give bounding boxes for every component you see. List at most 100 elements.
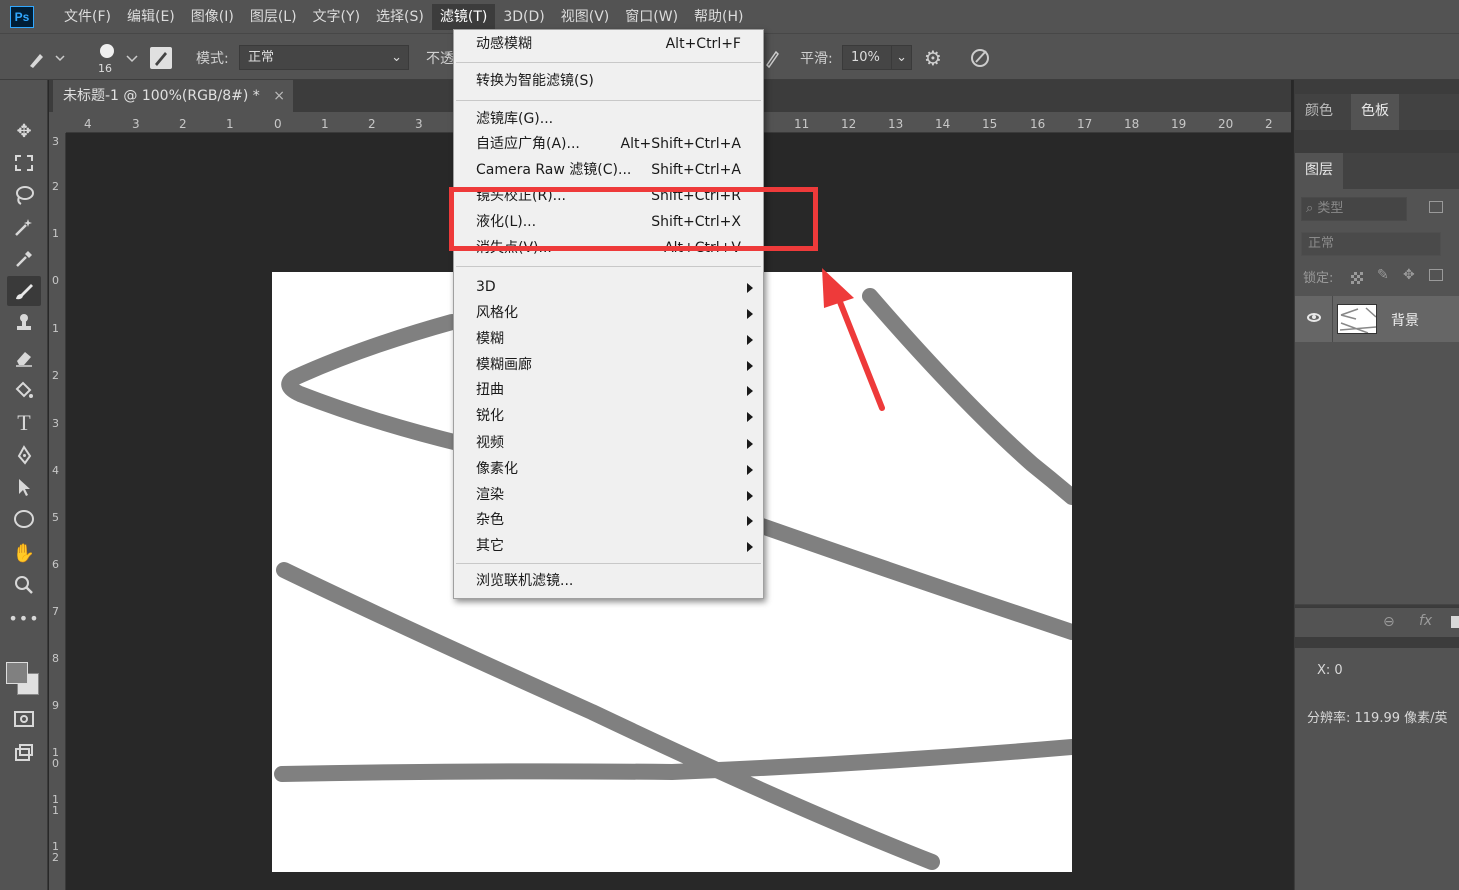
layers-panel-footer: ⊖ fx	[1295, 607, 1459, 637]
menu-filter[interactable]: 滤镜(T)	[431, 3, 496, 30]
menu-item-blur-gallery[interactable]: 模糊画廊	[454, 353, 763, 378]
menu-3d[interactable]: 3D(D)	[495, 4, 552, 30]
layers-panel: ⌕ 类型 正常 锁定: ✎ ✥ 背景 ⛓ fx	[1295, 189, 1459, 629]
paint-bucket-tool-icon[interactable]	[7, 375, 41, 405]
submenu-arrow-icon	[747, 386, 753, 396]
brush-settings-icon[interactable]	[150, 34, 172, 81]
brush-tool-icon[interactable]	[7, 276, 41, 306]
close-icon[interactable]: ×	[273, 80, 285, 112]
menu-item-video[interactable]: 视频	[454, 431, 763, 456]
chevron-down-icon: ⌄	[391, 50, 402, 65]
pressure-pen-icon[interactable]	[764, 34, 780, 81]
tab-color[interactable]: 颜色	[1295, 94, 1343, 130]
layer-row[interactable]: 背景	[1295, 296, 1459, 342]
color-swatches-icon[interactable]	[6, 660, 42, 696]
lock-transparency-icon[interactable]	[1351, 272, 1363, 284]
more-tools-icon[interactable]: •••	[7, 603, 41, 633]
tools-panel: ✥ T ✋ •••	[0, 80, 48, 890]
ruler-label: 2	[1265, 117, 1273, 131]
smooth-input[interactable]: 10% ⌄	[842, 45, 912, 70]
menu-item-stylize[interactable]: 风格化	[454, 301, 763, 326]
menu-window[interactable]: 窗口(W)	[617, 4, 686, 30]
layer-filter-select[interactable]: ⌕ 类型	[1301, 197, 1407, 221]
stamp-tool-icon[interactable]	[7, 308, 41, 338]
zoom-tool-icon[interactable]	[7, 570, 41, 600]
menu-help[interactable]: 帮助(H)	[686, 4, 751, 30]
ruler-label: 13	[888, 117, 904, 131]
menu-file[interactable]: 文件(F)	[56, 4, 119, 30]
brush-size-label: 16	[98, 61, 112, 75]
text-tool-icon[interactable]: T	[7, 408, 41, 438]
menu-item-3d[interactable]: 3D	[454, 275, 763, 300]
menu-item-adaptive-wide-angle[interactable]: 自适应广角(A)... Alt+Shift+Ctrl+A	[454, 132, 763, 157]
mode-label: 模式:	[196, 50, 229, 67]
menu-edit[interactable]: 编辑(E)	[119, 4, 183, 30]
mode-select[interactable]: 正常 ⌄	[239, 45, 409, 70]
quick-mask-icon[interactable]	[7, 704, 41, 734]
menu-item-camera-raw[interactable]: Camera Raw 滤镜(C)... Shift+Ctrl+A	[454, 158, 763, 183]
eyedropper-tool-icon[interactable]	[7, 244, 41, 274]
menu-item-motion-blur[interactable]: 动感模糊 Alt+Ctrl+F	[454, 32, 763, 57]
menu-item-label: 视频	[476, 435, 504, 451]
info-resolution: 分辨率: 119.99 像素/英	[1307, 711, 1448, 726]
menu-item-label: 浏览联机滤镜...	[476, 573, 574, 589]
menu-item-browse-filters-online[interactable]: 浏览联机滤镜...	[454, 569, 763, 594]
magic-wand-tool-icon[interactable]	[7, 212, 41, 242]
menu-item-noise[interactable]: 杂色	[454, 508, 763, 533]
menu-type[interactable]: 文字(Y)	[305, 4, 368, 30]
lasso-tool-icon[interactable]	[7, 180, 41, 210]
ruler-label: 11	[52, 793, 59, 817]
ruler-label: 2	[52, 180, 59, 193]
search-icon: ⌕	[1306, 201, 1314, 216]
tab-layers[interactable]: 图层	[1295, 153, 1343, 189]
eraser-tool-icon[interactable]	[7, 342, 41, 372]
menu-item-filter-gallery[interactable]: 滤镜库(G)...	[454, 107, 763, 132]
menu-divider	[456, 100, 761, 101]
pen-tool-icon[interactable]	[7, 440, 41, 470]
gear-icon[interactable]: ⚙	[924, 34, 942, 81]
document-tab[interactable]: 未标题-1 @ 100%(RGB/8#) * ×	[53, 80, 293, 112]
menu-layer[interactable]: 图层(L)	[242, 4, 305, 30]
lock-paint-icon[interactable]: ✎	[1377, 267, 1389, 283]
marquee-tool-icon[interactable]	[7, 148, 41, 178]
menu-item-convert-smart-filter[interactable]: 转换为智能滤镜(S)	[454, 69, 763, 94]
screen-mode-icon[interactable]	[7, 738, 41, 768]
menu-image[interactable]: 图像(I)	[183, 4, 242, 30]
menu-item-other[interactable]: 其它	[454, 534, 763, 559]
hand-tool-icon[interactable]: ✋	[7, 538, 41, 568]
image-filter-icon[interactable]	[1429, 201, 1443, 213]
blend-mode-select[interactable]: 正常	[1301, 232, 1441, 256]
menu-item-render[interactable]: 渲染	[454, 483, 763, 508]
ellipse-tool-icon[interactable]	[7, 504, 41, 534]
brush-tool-preset-icon[interactable]	[26, 34, 66, 81]
symmetry-icon[interactable]	[968, 34, 992, 81]
menu-view[interactable]: 视图(V)	[553, 4, 618, 30]
lock-artboard-icon[interactable]	[1429, 269, 1443, 281]
move-tool-icon[interactable]: ✥	[7, 116, 41, 146]
ruler-label: 2	[52, 369, 59, 382]
tab-swatches[interactable]: 色板	[1351, 94, 1399, 130]
ruler-label: 3	[52, 417, 59, 430]
ruler-label: 3	[52, 135, 59, 148]
ruler-label: 1	[321, 117, 329, 131]
fx-icon[interactable]: fx	[1419, 613, 1432, 629]
ruler-label: 12	[841, 117, 857, 131]
menu-item-label: Camera Raw 滤镜(C)...	[476, 162, 632, 178]
link-layers-icon[interactable]: ⊖	[1383, 614, 1395, 630]
menu-item-label: 动感模糊	[476, 36, 532, 52]
menu-select[interactable]: 选择(S)	[368, 4, 432, 30]
mask-icon[interactable]	[1451, 616, 1459, 628]
menu-divider	[456, 563, 761, 564]
chevron-down-icon: ⌄	[891, 46, 907, 69]
menu-item-blur[interactable]: 模糊	[454, 327, 763, 352]
path-select-tool-icon[interactable]	[7, 472, 41, 502]
ruler-label: 6	[52, 558, 59, 571]
brush-preview-icon[interactable]: 16	[95, 34, 139, 81]
menu-item-label: 像素化	[476, 461, 518, 477]
ruler-label: 8	[52, 652, 59, 665]
menu-item-distort[interactable]: 扭曲	[454, 378, 763, 403]
lock-position-icon[interactable]: ✥	[1403, 267, 1415, 283]
menu-item-sharpen[interactable]: 锐化	[454, 404, 763, 429]
menu-item-pixelate[interactable]: 像素化	[454, 457, 763, 482]
visibility-eye-icon[interactable]	[1307, 313, 1321, 322]
